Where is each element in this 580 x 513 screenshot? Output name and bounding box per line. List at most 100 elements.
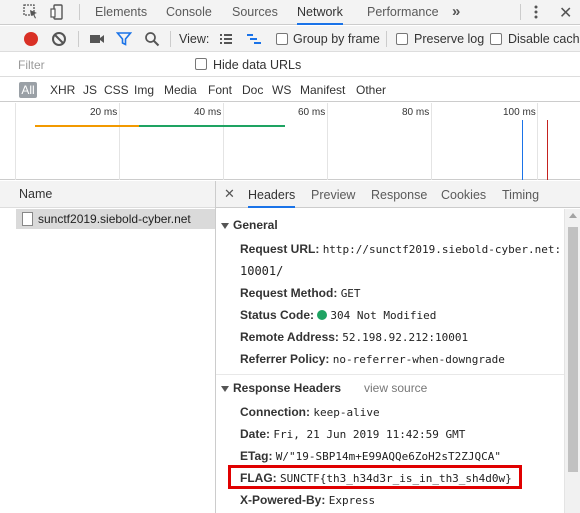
waiting-bar: [35, 125, 139, 127]
network-overview[interactable]: 20 ms 40 ms 60 ms 80 ms 100 ms: [0, 103, 580, 180]
flag-value: SUNCTF{th3_h34d3r_is_in_th3_sh4d0w}: [280, 472, 512, 485]
hide-data-urls-label: Hide data URLs: [213, 58, 302, 72]
record-button[interactable]: [24, 32, 38, 46]
scrollbar-thumb[interactable]: [568, 227, 578, 472]
tab-sources[interactable]: Sources: [232, 0, 278, 25]
device-toolbar-icon[interactable]: [50, 4, 66, 20]
connection-row: Connection: keep-alive: [240, 405, 380, 419]
type-filter-ws[interactable]: WS: [272, 82, 291, 98]
request-url-continuation: 10001/: [240, 264, 284, 278]
expand-triangle-icon: [221, 222, 229, 229]
header-key: Request URL:: [240, 242, 320, 256]
preserve-log-label: Preserve log: [414, 32, 485, 46]
details-scrollbar[interactable]: [564, 209, 580, 513]
gridline: [327, 103, 328, 180]
download-bar: [139, 125, 285, 127]
gridline: [223, 103, 224, 180]
tab-network[interactable]: Network: [297, 0, 343, 25]
x-powered-by-value: Express: [328, 494, 376, 507]
close-devtools-icon[interactable]: ✕: [559, 3, 572, 23]
type-filter-media[interactable]: Media: [164, 82, 197, 98]
date-row: Date: Fri, 21 Jun 2019 11:42:59 GMT: [240, 427, 465, 441]
general-section-title: General: [233, 218, 278, 232]
x-powered-by-row: X-Powered-By: Express: [240, 493, 375, 507]
dom-content-loaded-marker: [522, 120, 523, 180]
type-filter-all[interactable]: All: [19, 82, 37, 98]
customize-menu-icon[interactable]: [533, 4, 539, 20]
header-key: Referrer Policy:: [240, 352, 330, 366]
request-row[interactable]: sunctf2019.siebold-cyber.net: [16, 209, 215, 229]
close-details-icon[interactable]: ✕: [224, 186, 235, 202]
tabbar-separator: [520, 4, 521, 20]
view-source-link[interactable]: view source: [364, 381, 427, 395]
tick-label: 60 ms: [298, 107, 326, 118]
general-section-toggle[interactable]: General: [221, 218, 278, 232]
scroll-up-arrow-icon[interactable]: [569, 213, 577, 218]
tick-label: 100 ms: [503, 107, 536, 118]
hide-data-urls-checkbox[interactable]: [195, 58, 207, 70]
tab-headers[interactable]: Headers: [248, 181, 296, 208]
more-tabs-button[interactable]: »: [452, 0, 460, 25]
waterfall-overview-icon[interactable]: [246, 31, 262, 47]
tick-label: 80 ms: [402, 107, 430, 118]
type-filter-img[interactable]: Img: [134, 82, 154, 98]
response-headers-section-toggle[interactable]: Response Headers: [221, 381, 341, 395]
clear-button[interactable]: [52, 32, 66, 46]
filter-bar: Hide data URLs: [0, 53, 580, 77]
filter-input[interactable]: [18, 56, 180, 74]
header-key: Date:: [240, 427, 271, 441]
header-key: ETag:: [240, 449, 273, 463]
group-by-frame-checkbox[interactable]: [276, 33, 288, 45]
type-filter-manifest[interactable]: Manifest: [300, 82, 345, 98]
header-key: X-Powered-By:: [240, 493, 326, 507]
load-event-marker: [547, 120, 548, 180]
header-key: FLAG:: [240, 471, 277, 485]
type-filter-doc[interactable]: Doc: [242, 82, 263, 98]
date-value: Fri, 21 Jun 2019 11:42:59 GMT: [273, 428, 466, 441]
request-url-value: http://sunctf2019.siebold-cyber.net:: [322, 243, 562, 256]
remote-address-row: Remote Address: 52.198.92.212:10001: [240, 330, 468, 344]
preserve-log-checkbox[interactable]: [396, 33, 408, 45]
type-filter-font[interactable]: Font: [208, 82, 232, 98]
type-filter-xhr[interactable]: XHR: [50, 82, 75, 98]
group-by-frame-label: Group by frame: [293, 32, 380, 46]
gridline: [119, 103, 120, 180]
name-column-header[interactable]: Name: [0, 181, 215, 208]
response-headers-title: Response Headers: [233, 381, 342, 395]
toolbar-separator: [386, 31, 387, 47]
referrer-policy-row: Referrer Policy: no-referrer-when-downgr…: [240, 352, 505, 366]
inspect-element-icon[interactable]: [23, 4, 39, 20]
type-filter-other[interactable]: Other: [356, 82, 386, 98]
request-method-row: Request Method: GET: [240, 286, 361, 300]
status-code-value: 304 Not Modified: [330, 309, 437, 322]
tab-preview[interactable]: Preview: [311, 181, 355, 208]
header-key: Connection:: [240, 405, 310, 419]
tab-console[interactable]: Console: [166, 0, 212, 25]
filter-icon[interactable]: [116, 31, 132, 47]
tab-elements[interactable]: Elements: [95, 0, 147, 25]
tab-cookies[interactable]: Cookies: [441, 181, 486, 208]
search-icon[interactable]: [144, 31, 160, 47]
connection-value: keep-alive: [313, 406, 380, 419]
tab-performance[interactable]: Performance: [367, 0, 439, 25]
type-filter-css[interactable]: CSS: [104, 82, 129, 98]
disable-cache-checkbox[interactable]: [490, 33, 502, 45]
tab-timing[interactable]: Timing: [502, 181, 539, 208]
referrer-policy-value: no-referrer-when-downgrade: [332, 353, 505, 366]
request-method-value: GET: [340, 287, 361, 300]
camera-icon[interactable]: [89, 31, 105, 47]
etag-value: W/"19-SBP14m+E99AQQe6ZoH2sT2ZJQCA": [275, 450, 501, 463]
request-list: Name sunctf2019.siebold-cyber.net: [0, 181, 216, 513]
headers-panel: General Request URL: http://sunctf2019.s…: [216, 209, 564, 513]
tab-response[interactable]: Response: [371, 181, 427, 208]
devtools-tabbar: Elements Console Sources Network Perform…: [0, 0, 580, 25]
status-code-row: Status Code: 304 Not Modified: [240, 308, 436, 322]
toolbar-separator: [78, 31, 79, 47]
large-rows-icon[interactable]: [218, 31, 234, 47]
disable-cache-label: Disable cache: [508, 32, 580, 46]
type-filter-js[interactable]: JS: [83, 82, 97, 98]
status-dot-icon: [317, 310, 328, 320]
toolbar-separator: [170, 31, 171, 47]
expand-triangle-icon: [221, 385, 229, 392]
section-divider: [216, 374, 564, 375]
